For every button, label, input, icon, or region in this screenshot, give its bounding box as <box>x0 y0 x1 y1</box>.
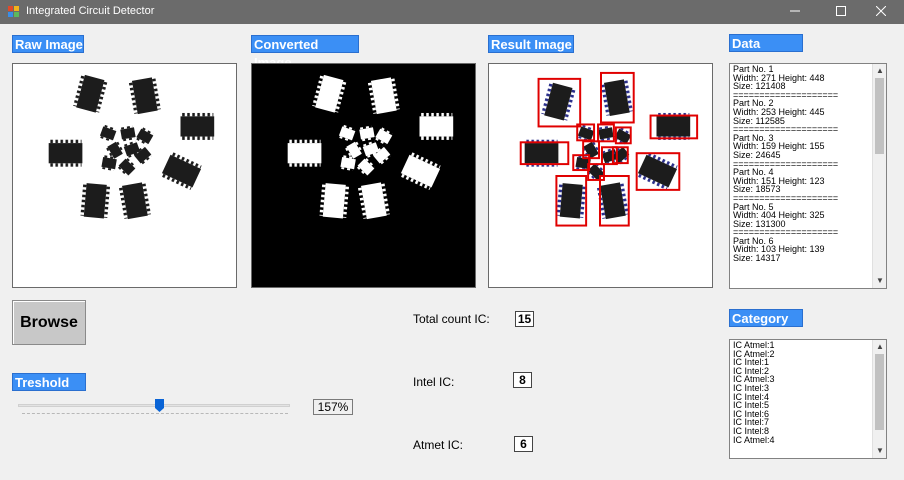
converted-image-panel <box>251 63 476 288</box>
scroll-up-icon[interactable]: ▲ <box>873 340 886 354</box>
total-count-label: Total count IC: <box>413 312 490 326</box>
data-lines: Part No. 1 Width: 271 Height: 448 Size: 12… <box>733 65 869 263</box>
data-scrollbar[interactable]: ▲ ▼ <box>872 64 886 288</box>
raw-image-panel <box>12 63 237 288</box>
raw-image-picture <box>48 73 215 220</box>
maximize-icon <box>836 6 846 16</box>
close-button[interactable] <box>858 0 904 24</box>
window-title: Integrated Circuit Detector <box>26 5 155 17</box>
title-bar: Integrated Circuit Detector <box>0 0 904 24</box>
atmel-count-value: 6 <box>514 436 533 452</box>
result-image-picture <box>519 71 699 227</box>
list-item[interactable]: IC Atmel:4 <box>733 435 869 445</box>
total-count-value: 15 <box>515 311 534 327</box>
scroll-down-icon[interactable]: ▼ <box>873 444 886 458</box>
data-scroll-thumb[interactable] <box>875 78 884 154</box>
scroll-down-icon[interactable]: ▼ <box>873 274 886 288</box>
atmel-count-label: Atmet IC: <box>413 438 464 452</box>
intel-count-value: 8 <box>513 372 532 388</box>
threshold-slider[interactable] <box>18 398 292 420</box>
category-scroll-thumb[interactable] <box>875 354 884 430</box>
data-label: Data <box>729 34 803 52</box>
converted-image-picture <box>287 73 454 220</box>
result-image-panel <box>488 63 713 288</box>
result-image-label: Result Image <box>488 35 574 53</box>
slider-thumb-icon[interactable] <box>155 399 164 412</box>
category-label: Category <box>729 309 803 327</box>
data-listbox[interactable]: Part No. 1 Width: 271 Height: 448 Size: 12… <box>729 63 887 289</box>
app-icon <box>8 6 19 17</box>
browse-button[interactable]: Browse <box>12 300 86 345</box>
category-scrollbar[interactable]: ▲ ▼ <box>872 340 886 458</box>
intel-count-label: Intel IC: <box>413 375 455 389</box>
category-listbox[interactable]: IC Atmel:1 IC Atmel:2 IC Intel:1 IC Intel:2… <box>729 339 887 459</box>
threshold-value: 157% <box>313 399 353 415</box>
raw-image-label: Raw Image <box>12 35 84 53</box>
list-item[interactable]: Size: 14317 <box>733 254 869 263</box>
minimize-icon <box>790 10 800 12</box>
threshold-label: Treshold <box>12 373 86 391</box>
close-icon <box>875 5 887 17</box>
scroll-up-icon[interactable]: ▲ <box>873 64 886 78</box>
slider-track <box>18 404 290 407</box>
category-lines: IC Atmel:1 IC Atmel:2 IC Intel:1 IC Intel:2… <box>733 341 869 444</box>
minimize-button[interactable] <box>772 0 818 24</box>
slider-ticks <box>22 413 288 416</box>
converted-image-label: Converted Image <box>251 35 359 70</box>
